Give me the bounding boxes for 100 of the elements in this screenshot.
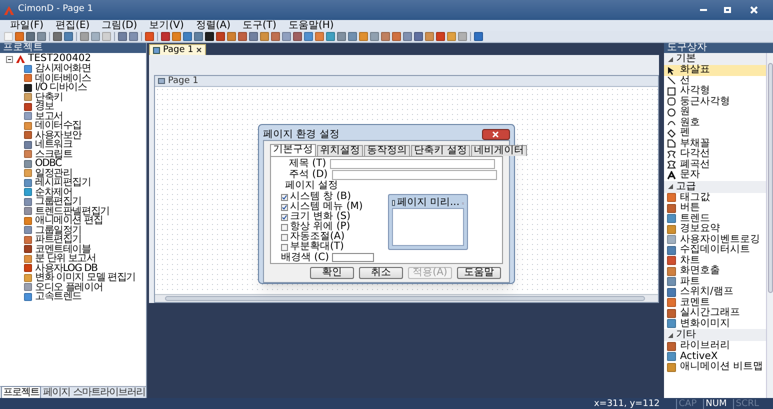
toolbox-item[interactable]: 파트 [664, 276, 766, 287]
dialog-button[interactable]: 도움말 [457, 267, 501, 279]
polygon-icon [667, 128, 676, 138]
toolbox-item[interactable]: 경보요약 [664, 224, 766, 234]
panel-tab[interactable]: 프로젝트 [1, 386, 41, 399]
tree-item[interactable]: 파트편집기 [35, 235, 82, 244]
checkbox[interactable] [281, 194, 288, 200]
menu-item[interactable]: 정렬(A) [196, 20, 231, 31]
tree-item[interactable]: TEST200402 [28, 54, 92, 64]
panel-title: 프로젝트 [3, 43, 43, 53]
tree-item[interactable]: 단축키 [35, 92, 63, 102]
dialog-tab[interactable]: 동작정의 [364, 145, 410, 156]
text-field[interactable] [332, 170, 497, 180]
dialog-tab[interactable]: 위치설정 [317, 145, 363, 156]
toolbox-item[interactable]: 선 [664, 76, 766, 86]
tree-item[interactable]: 사용자보안 [35, 130, 82, 140]
toolbox-item[interactable]: 스위치/램프 [664, 287, 766, 298]
checkbox[interactable] [281, 244, 288, 250]
toolbox-item[interactable]: 라이브러리 [664, 341, 766, 352]
window-title: CimonD - Page 1 [18, 3, 94, 16]
tree-item[interactable]: 네트워크 [35, 140, 72, 150]
field-label: 배경색 (C) [281, 252, 329, 262]
collapse-icon[interactable] [6, 56, 13, 62]
polygon-icon [667, 160, 676, 170]
section-header[interactable]: 고급 [664, 180, 766, 192]
toolbox-item[interactable]: 실시간그래프 [664, 308, 766, 318]
tree-item[interactable]: 변화 이미지 모델 편집기 [35, 273, 136, 282]
toolbox-item[interactable]: 화살표 [664, 65, 766, 76]
toolbox-item[interactable]: 버튼 [664, 203, 766, 214]
tree-item[interactable]: 오디오 플레이어 [35, 282, 103, 292]
toolbox-item[interactable]: 둥근사각형 [664, 96, 766, 107]
polyline-icon [667, 150, 676, 159]
app-logo-icon [16, 55, 25, 63]
toolbox-item[interactable]: 사용자이벤트로깅 [664, 234, 766, 245]
dialog-tab[interactable]: 단축키 설정 [411, 145, 470, 156]
tree-item[interactable]: I/O 디바이스 [35, 83, 87, 92]
tree-item[interactable]: 스크립트 [35, 150, 72, 159]
close-icon[interactable] [196, 47, 202, 53]
tree-item[interactable]: 경보 [35, 102, 54, 112]
close-button[interactable] [482, 129, 510, 140]
toolbox-item[interactable]: 펜 [664, 128, 766, 138]
tree-item[interactable]: 순차제어 [35, 188, 72, 197]
coordinates: x=311, y=112 [594, 398, 660, 408]
dialog-tab[interactable]: 기본구성 [270, 144, 316, 156]
checkbox[interactable] [281, 204, 288, 210]
toolbox-item[interactable]: 문자 [664, 170, 766, 180]
menu-item[interactable]: 그림(D) [102, 20, 138, 31]
tree-item[interactable]: 데이터베이스 [35, 74, 91, 83]
horizontal-scrollbar[interactable] [155, 294, 658, 302]
panel-tab[interactable]: 페이지 [42, 387, 71, 398]
tree-item[interactable]: 트렌드판넬편집기 [35, 206, 110, 216]
tree-item[interactable]: 일정관리 [35, 168, 72, 178]
checkbox[interactable] [281, 214, 288, 220]
tree-item[interactable]: 보고서 [35, 112, 63, 121]
checkbox[interactable] [281, 224, 288, 230]
tree-item[interactable]: 사용자LOG DB [35, 264, 98, 273]
window-icon [392, 200, 395, 206]
toolbox-item[interactable]: 수집데이터시트 [664, 245, 766, 256]
menu-item[interactable]: 편집(E) [56, 20, 90, 31]
text-field[interactable] [330, 159, 496, 169]
tree-item[interactable]: 그룹편집기 [35, 197, 82, 206]
toolbox-item[interactable]: 코멘트 [664, 298, 766, 308]
toolbox-item[interactable]: 트렌드 [664, 214, 766, 224]
toolbox-item[interactable]: 폐곡선 [664, 160, 766, 170]
arrow-icon [667, 66, 676, 75]
document-tab[interactable]: Page 1 [149, 44, 206, 55]
tree-item[interactable]: 고속트렌드 [35, 292, 82, 302]
tree-item[interactable]: 레시피편집기 [35, 178, 91, 188]
panel-tab[interactable]: 스마트라이브러리 [72, 387, 146, 398]
toolbox-item[interactable]: 사각형 [664, 86, 766, 96]
section-header[interactable]: 기타 [664, 329, 766, 341]
toolbox-item[interactable]: 화면호출 [664, 266, 766, 276]
toolbox-item[interactable]: 부채꼴 [664, 138, 766, 149]
section-header[interactable]: 기본 [664, 53, 766, 65]
menu-item[interactable]: 도움말(H) [288, 20, 334, 31]
dialog-button[interactable]: 확인 [310, 267, 354, 279]
vertical-scrollbar[interactable] [766, 53, 773, 398]
toolbox-item[interactable]: 차트 [664, 256, 766, 266]
toolbox-item[interactable]: 태그값 [664, 192, 766, 203]
toolbox-item[interactable]: ActiveX [664, 352, 766, 362]
tree-item[interactable]: ODBC [35, 159, 62, 168]
color-field[interactable] [332, 253, 374, 262]
toolbox-item[interactable]: 애니메이션 비트맵 [664, 362, 766, 372]
menu-item[interactable]: 보기(V) [149, 20, 184, 31]
status-indicator: NUM [702, 398, 729, 408]
menu-item[interactable]: 도구(T) [242, 20, 276, 31]
dialog-tab[interactable]: 네비게이터 [471, 145, 528, 156]
tree-item[interactable]: 그룹일정기 [35, 226, 82, 235]
tree-item[interactable]: 코멘트테이블 [35, 244, 91, 254]
toolbox-item[interactable]: 변화이미지 [664, 318, 766, 329]
dialog-button[interactable]: 취소 [359, 267, 403, 279]
checkbox[interactable] [281, 234, 288, 240]
menu-item[interactable]: 파일(F) [10, 20, 44, 31]
tree-item[interactable]: 감시제어화면 [35, 64, 91, 74]
tree-item[interactable]: 애니메이션 편집 [35, 216, 103, 226]
toolbox-item[interactable]: 원호 [664, 118, 766, 128]
toolbox-item[interactable]: 원 [664, 107, 766, 118]
tree-item[interactable]: 분 단위 보고서 [35, 254, 96, 264]
toolbox-item[interactable]: 다각선 [664, 149, 766, 160]
tree-item[interactable]: 데이터수집 [35, 121, 82, 130]
